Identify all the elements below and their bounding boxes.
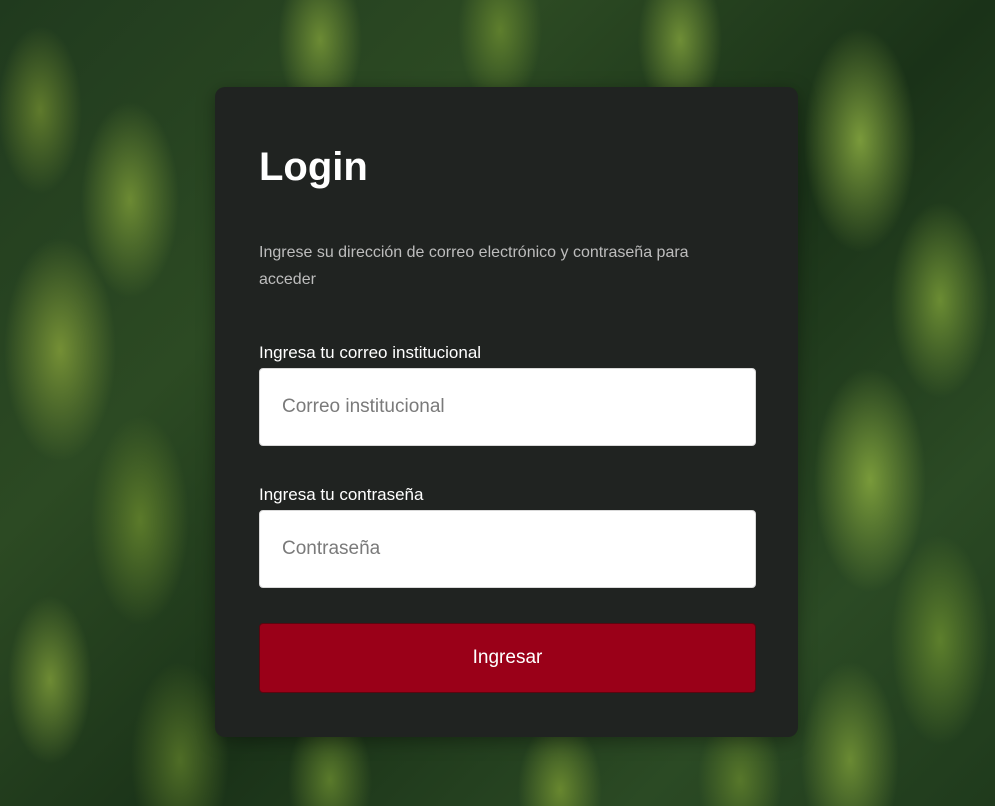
- login-card: Login Ingrese su dirección de correo ele…: [215, 87, 798, 737]
- email-label: Ingresa tu correo institucional: [259, 343, 482, 362]
- email-field[interactable]: [259, 368, 756, 446]
- login-instructions: Ingrese su dirección de correo electróni…: [259, 244, 689, 288]
- password-field[interactable]: [259, 510, 756, 588]
- password-label: Ingresa tu contraseña: [259, 485, 424, 504]
- login-button[interactable]: Ingresar: [259, 623, 756, 693]
- login-title: Login: [259, 145, 368, 189]
